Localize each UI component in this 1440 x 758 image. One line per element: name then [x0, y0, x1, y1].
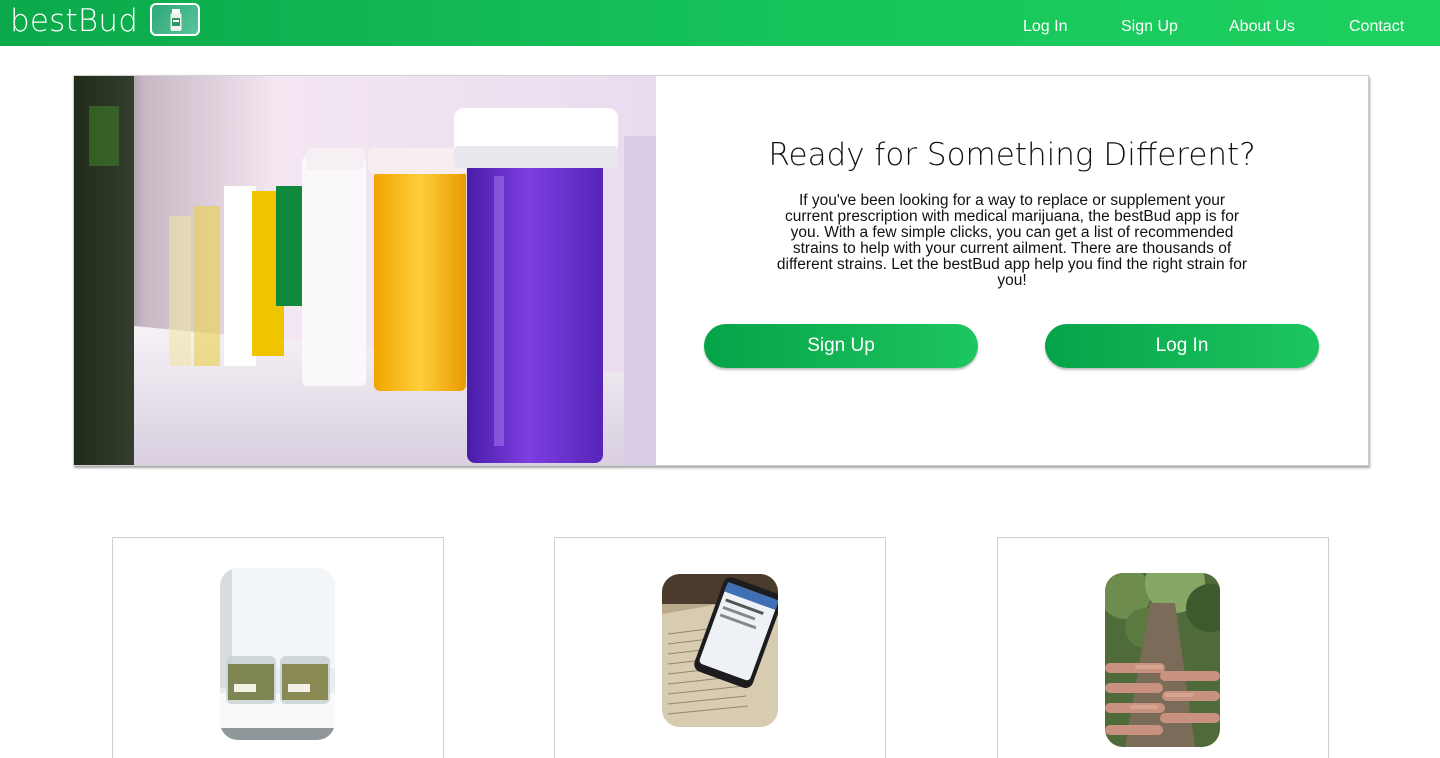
pill-bottle-icon[interactable] — [150, 3, 200, 36]
nav-contact-link[interactable]: Contact — [1349, 14, 1404, 40]
feature-card-2 — [554, 537, 886, 758]
card-image-phone-dictionary — [662, 574, 778, 727]
hero-description: If you've been looking for a way to repl… — [776, 192, 1248, 289]
hero-title: Ready for Something Different? — [768, 137, 1256, 173]
hero-signup-button[interactable]: Sign Up — [704, 324, 978, 368]
feature-card-1 — [112, 537, 444, 758]
navbar: bestBud Log In Sign Up About Us Contact — [0, 0, 1440, 46]
hero-login-button[interactable]: Log In — [1045, 324, 1319, 368]
hero-image-prescription-bottles — [74, 76, 656, 465]
card-image-cannabis-jars — [220, 568, 335, 740]
feature-card-3 — [997, 537, 1329, 758]
nav-login-link[interactable]: Log In — [1023, 14, 1067, 40]
nav-signup-link[interactable]: Sign Up — [1121, 14, 1178, 40]
card-image-hands-tree — [1105, 573, 1220, 747]
brand-logo-text[interactable]: bestBud — [10, 2, 138, 42]
nav-about-link[interactable]: About Us — [1229, 14, 1295, 40]
hero-card: Ready for Something Different? If you've… — [73, 75, 1369, 466]
